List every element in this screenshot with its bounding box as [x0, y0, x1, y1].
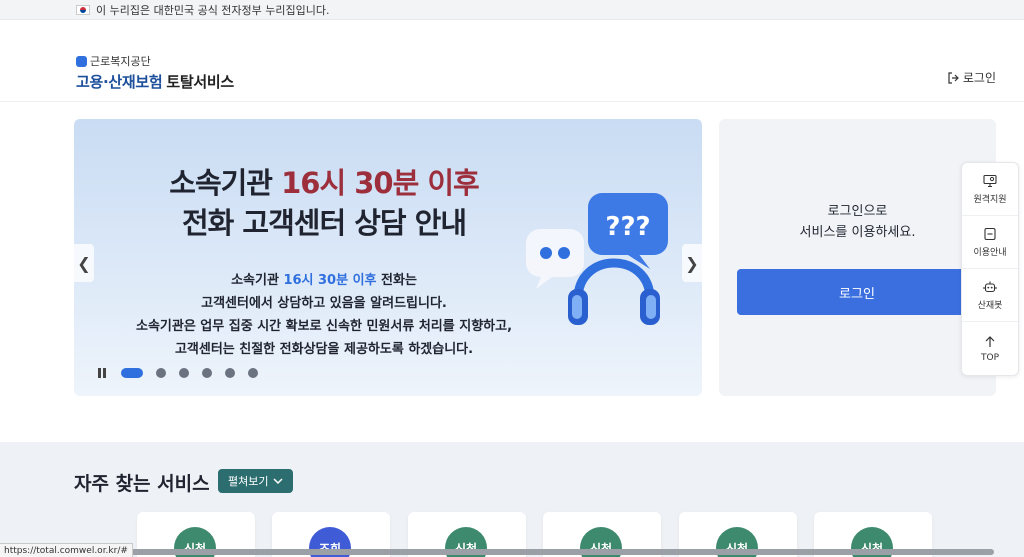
frequent-services-heading: 자주 찾는 서비스 [74, 473, 210, 495]
banner-title-accent: 16시 30분 이후 [281, 166, 480, 200]
banner-dot[interactable] [156, 368, 166, 378]
main-banner-carousel: 소속기관 16시 30분 이후 전화 고객센터 상담 안내 소속기관 16시 3… [74, 119, 702, 396]
login-icon [948, 71, 959, 84]
login-message-line1: 로그인으로 [827, 204, 888, 219]
header-login-label: 로그인 [962, 71, 996, 85]
quick-menu: 원격지원 이용안내 산재봇 TOP [961, 162, 1019, 376]
service-name-suffix: 토탈서비스 [166, 73, 234, 91]
banner-title-line2: 전화 고객센터 상담 안내 [181, 206, 467, 240]
site-header: 근로복지공단 고용·산재보험 토탈서비스 로그인 [0, 20, 1024, 102]
org-name-text: 근로복지공단 [90, 55, 151, 68]
quick-menu-label: 원격지원 [973, 194, 1007, 205]
service-name-main: 고용·산재보험 [76, 73, 163, 91]
banner-prev-button[interactable]: ❮ [74, 244, 94, 282]
banner-next-button[interactable]: ❯ [682, 244, 702, 282]
banner-desc-line3: 소속기관은 업무 집중 시간 확보로 신속한 민원서류 처리를 지향하고, [135, 319, 513, 334]
quick-menu-chatbot[interactable]: 산재봇 [962, 269, 1018, 322]
login-panel: 로그인으로 서비스를 이용하세요. 로그인 [719, 119, 996, 396]
banner-pause-button[interactable] [98, 368, 108, 378]
login-button[interactable]: 로그인 [737, 269, 977, 315]
comwel-logo-icon [76, 55, 87, 67]
login-message: 로그인으로 서비스를 이용하세요. [719, 201, 996, 243]
government-notice-bar: 이 누리집은 대한민국 공식 전자정부 누리집입니다. [0, 0, 1024, 20]
headset-illustration: ??? [526, 193, 668, 325]
banner-dot[interactable] [225, 368, 235, 378]
quick-menu-label: TOP [980, 352, 999, 363]
banner-dot[interactable] [179, 368, 189, 378]
banner-desc-accent: 16시 30분 이후 [283, 273, 377, 288]
banner-dots [121, 368, 258, 378]
banner-dot[interactable] [248, 368, 258, 378]
robot-icon [983, 281, 997, 292]
chevron-down-icon [273, 478, 284, 485]
horizontal-scrollbar[interactable] [118, 549, 994, 555]
banner-desc-line2: 고객센터에서 상담하고 있음을 알려드립니다. [201, 296, 447, 311]
guide-icon [984, 227, 996, 240]
banner-title-pre: 소속기관 [169, 166, 282, 200]
org-name: 근로복지공단 [76, 53, 234, 69]
expand-label: 펼쳐보기 [228, 475, 269, 488]
quick-menu-label: 산재봇 [977, 300, 1003, 311]
arrow-up-icon [985, 335, 995, 347]
remote-support-icon [983, 174, 997, 187]
expand-button[interactable]: 펼쳐보기 [218, 469, 294, 493]
illustration-question-marks: ??? [605, 212, 650, 242]
banner-desc-line4: 고객센터는 친절한 전화상담을 제공하도록 하겠습니다. [174, 342, 474, 357]
frequent-services-section: 자주 찾는 서비스 펼쳐보기 신청 조회 신청 신청 신청 신청 [0, 442, 1024, 557]
banner-title: 소속기관 16시 30분 이후 전화 고객센터 상담 안내 [74, 163, 574, 243]
header-login-link[interactable]: 로그인 [947, 69, 996, 86]
banner-desc-pre: 소속기관 [231, 273, 284, 288]
korea-flag-icon [76, 4, 90, 15]
quick-menu-top[interactable]: TOP [962, 322, 1018, 375]
service-name: 고용·산재보험 토탈서비스 [76, 71, 234, 92]
banner-description: 소속기관 16시 30분 이후 전화는 고객센터에서 상담하고 있음을 알려드립… [74, 269, 574, 361]
site-logo[interactable]: 근로복지공단 고용·산재보험 토탈서비스 [76, 53, 234, 92]
banner-dot[interactable] [202, 368, 212, 378]
quick-menu-guide[interactable]: 이용안내 [962, 216, 1018, 269]
banner-dot[interactable] [121, 368, 143, 378]
banner-pagination [98, 368, 258, 378]
banner-desc-post: 전화는 [376, 273, 417, 288]
government-notice-text: 이 누리집은 대한민국 공식 전자정부 누리집입니다. [96, 3, 330, 17]
status-bar-url: https://total.comwel.or.kr/# [0, 543, 133, 557]
quick-menu-remote-support[interactable]: 원격지원 [962, 163, 1018, 216]
login-message-line2: 서비스를 이용하세요. [799, 225, 916, 240]
quick-menu-label: 이용안내 [973, 247, 1007, 258]
